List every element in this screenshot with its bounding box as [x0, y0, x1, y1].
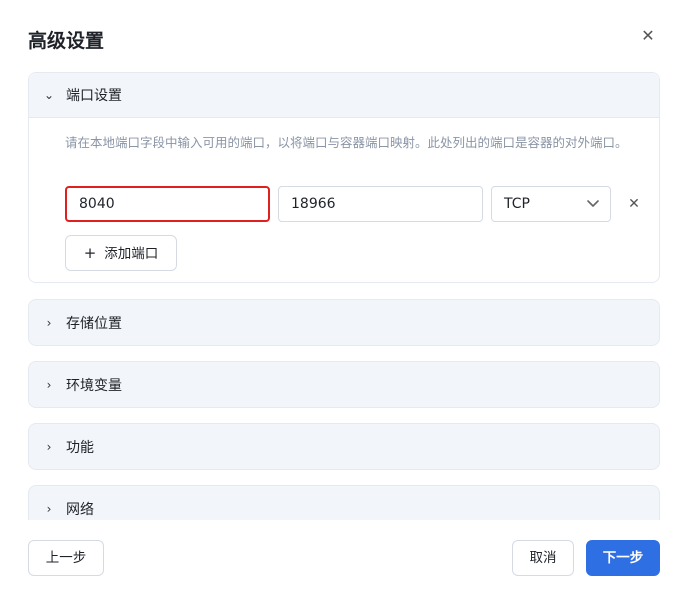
section-network-label: 网络	[66, 501, 94, 518]
dialog-title: 高级设置	[28, 30, 105, 52]
chevron-right-icon: ›	[46, 315, 52, 330]
chevron-right-icon: ›	[46, 377, 52, 392]
chevron-right-icon: ›	[46, 501, 52, 516]
section-network-header[interactable]: › 网络	[29, 486, 659, 520]
section-port-settings-body: 请在本地端口字段中输入可用的端口，以将端口与容器端口映射。此处列出的端口是容器的…	[29, 118, 659, 282]
section-storage[interactable]: › 存储位置	[28, 299, 660, 346]
chevron-right-icon: ›	[46, 439, 52, 454]
add-port-button[interactable]: + 添加端口	[65, 235, 177, 271]
container-port-input[interactable]: 18966	[278, 186, 483, 222]
section-storage-header[interactable]: › 存储位置	[29, 300, 659, 345]
section-network[interactable]: › 网络	[28, 485, 660, 520]
local-port-input[interactable]: 8040	[65, 186, 270, 222]
section-env-vars[interactable]: › 环境变量	[28, 361, 660, 408]
section-features-label: 功能	[66, 439, 94, 456]
section-port-settings: ⌄ 端口设置 请在本地端口字段中输入可用的端口，以将端口与容器端口映射。此处列出…	[28, 72, 660, 283]
plus-icon: +	[83, 244, 97, 262]
remove-port-row-icon[interactable]: ✕	[624, 194, 644, 214]
section-features[interactable]: › 功能	[28, 423, 660, 470]
section-env-vars-label: 环境变量	[66, 377, 122, 394]
section-env-vars-header[interactable]: › 环境变量	[29, 362, 659, 407]
section-features-header[interactable]: › 功能	[29, 424, 659, 469]
next-step-button[interactable]: 下一步	[586, 540, 660, 576]
add-port-label: 添加端口	[104, 246, 159, 262]
section-port-settings-label: 端口设置	[66, 88, 122, 104]
prev-step-button[interactable]: 上一步	[28, 540, 104, 576]
settings-scroll-area[interactable]: ⌄ 端口设置 请在本地端口字段中输入可用的端口，以将端口与容器端口映射。此处列出…	[0, 66, 682, 520]
close-icon[interactable]: ✕	[638, 26, 658, 46]
protocol-select-value: TCP	[504, 196, 530, 212]
advanced-settings-dialog: 高级设置 ✕ ⌄ 端口设置 请在本地端口字段中输入可用的端口，以将端口与容器端口…	[0, 0, 682, 596]
chevron-down-icon: ⌄	[43, 88, 55, 102]
section-port-settings-header[interactable]: ⌄ 端口设置	[29, 73, 659, 118]
protocol-select[interactable]: TCP	[491, 186, 611, 222]
cancel-button[interactable]: 取消	[512, 540, 574, 576]
section-storage-label: 存储位置	[66, 315, 122, 332]
chevron-down-icon	[586, 187, 600, 234]
port-hint-text: 请在本地端口字段中输入可用的端口，以将端口与容器端口映射。此处列出的端口是容器的…	[65, 135, 628, 150]
